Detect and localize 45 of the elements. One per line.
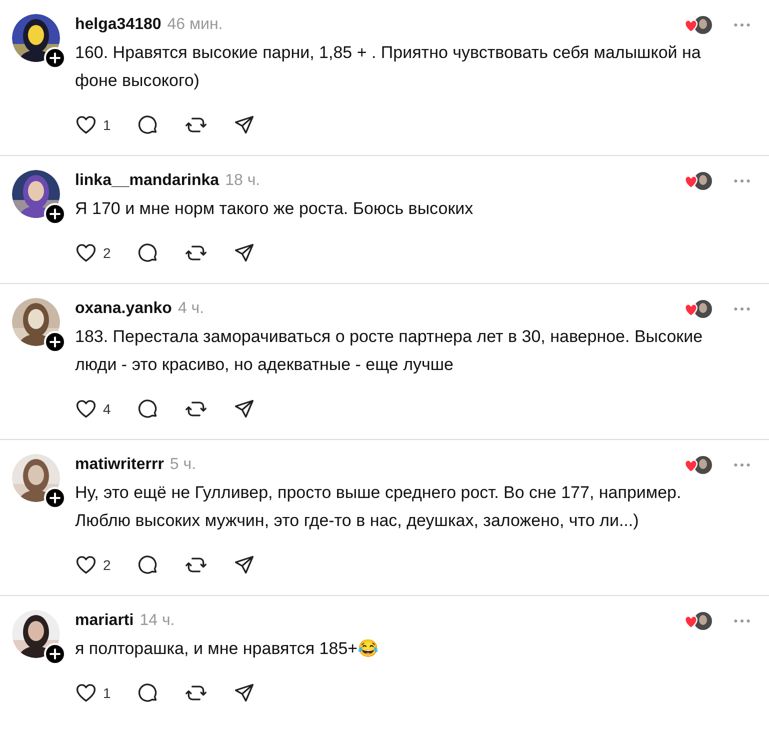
send-icon[interactable] (233, 554, 255, 576)
send-icon[interactable] (233, 398, 255, 420)
comment-text: 183. Перестала заморачиваться о росте партнера лет в 30, наверное. Высокие люди - это красиво, но адекватные - еще лучше (75, 326, 704, 376)
author-liked-icon (683, 15, 713, 35)
username[interactable]: matiwriterrr (75, 456, 164, 474)
comment-icon[interactable] (137, 114, 159, 136)
like-button[interactable]: 2 (75, 242, 111, 264)
author-liked-icon (683, 171, 713, 191)
username[interactable]: oxana.yanko (75, 300, 172, 318)
like-button[interactable]: 1 (75, 114, 111, 136)
author-liked-icon (683, 611, 713, 631)
comment-text: я полторашка, и мне нравятся 185+😂 (75, 638, 380, 660)
comment-text: 160. Нравятся высокие парни, 1,85 + . Приятно чувствовать себя малышкой на фоне высокого) (75, 42, 702, 92)
follow-plus-icon[interactable] (44, 487, 66, 509)
more-icon[interactable] (733, 306, 751, 312)
timestamp: 4 ч. (178, 300, 204, 318)
like-button[interactable]: 2 (75, 554, 111, 576)
timestamp: 14 ч. (140, 612, 175, 630)
username[interactable]: mariarti (75, 612, 134, 630)
comment-icon[interactable] (137, 398, 159, 420)
more-icon[interactable] (733, 462, 751, 468)
author-liked-icon (683, 455, 713, 475)
follow-plus-icon[interactable] (44, 203, 66, 225)
send-icon[interactable] (233, 114, 255, 136)
send-icon[interactable] (233, 242, 255, 264)
follow-plus-icon[interactable] (44, 643, 66, 665)
comment-text: Ну, это ещё не Гулливер, просто выше среднего рост. Во сне 177, например. Люблю высоких мужчин, это где-то в нас, деушках, заложено, что ли...) (75, 482, 682, 532)
like-button[interactable]: 4 (75, 398, 111, 420)
comment-text: Я 170 и мне норм такого же роста. Боюсь высоких (75, 198, 474, 220)
timestamp: 5 ч. (170, 456, 196, 474)
timestamp: 18 ч. (225, 172, 260, 190)
more-icon[interactable] (733, 178, 751, 184)
comment-icon[interactable] (137, 242, 159, 264)
more-icon[interactable] (733, 22, 751, 28)
follow-plus-icon[interactable] (44, 47, 66, 69)
comment-icon[interactable] (137, 554, 159, 576)
like-button[interactable]: 1 (75, 682, 111, 704)
comment-icon[interactable] (137, 682, 159, 704)
send-icon[interactable] (233, 682, 255, 704)
username[interactable]: linka__mandarinka (75, 172, 220, 190)
username[interactable]: helga34180 (75, 16, 162, 34)
timestamp: 46 мин. (167, 16, 223, 34)
more-icon[interactable] (733, 618, 751, 624)
author-liked-icon (683, 299, 713, 319)
follow-plus-icon[interactable] (44, 331, 66, 353)
